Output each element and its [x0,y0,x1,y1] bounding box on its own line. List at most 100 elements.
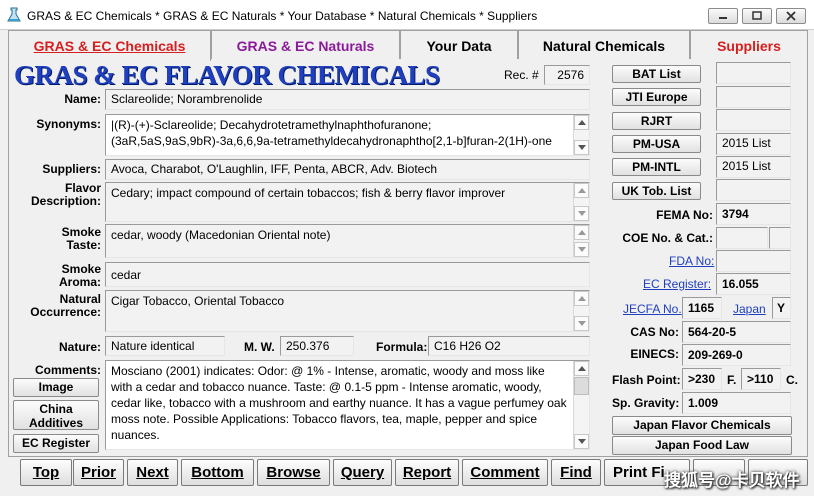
comments-text: Mosciano (2001) indicates: Odor: @ 1% - … [111,364,567,442]
japan-flavor-chemicals-button[interactable]: Japan Flavor Chemicals [612,416,792,435]
scroll-up-button[interactable] [574,115,589,130]
japan-field[interactable]: Y [772,297,791,319]
tab-natural-chemicals[interactable]: Natural Chemicals [518,30,690,60]
tab-strip: GRAS & EC Chemicals GRAS & EC Naturals Y… [8,30,808,61]
browse-button[interactable]: Browse [257,459,330,486]
maximize-icon [752,11,762,20]
pm-usa-button[interactable]: PM-USA [612,135,701,153]
fema-label: FEMA No: [656,208,713,222]
japan-link[interactable]: Japan [733,302,766,316]
scroll-up-button[interactable] [574,361,589,376]
scroll-up-button[interactable] [574,183,589,198]
minimize-icon [719,17,727,19]
specific-gravity-field[interactable]: 1.009 [682,392,791,414]
close-icon [786,11,796,21]
flash-point-c-field[interactable]: >110 [741,368,781,390]
rjrt-field[interactable] [716,109,791,131]
flavor-description-field[interactable]: Cedary; impact compound of certain tobac… [105,182,590,222]
uk-tob-list-button[interactable]: UK Tob. List [612,182,701,200]
flavor-scrollbar[interactable] [573,183,589,221]
formula-field[interactable]: C16 H26 O2 [428,336,590,356]
image-button[interactable]: Image [13,378,99,397]
ec-register-field[interactable]: 16.055 [716,273,791,295]
comments-scrollbar[interactable] [573,361,589,449]
scroll-up-button[interactable] [574,291,589,306]
jecfa-field[interactable]: 1165 [682,297,722,319]
tab-your-data[interactable]: Your Data [400,30,518,60]
smoke-aroma-field[interactable]: cedar [105,262,590,287]
smoke-taste-field[interactable]: cedar, woody (Macedonian Oriental note) [105,224,590,258]
ec-register-button[interactable]: EC Register [13,434,99,453]
rec-number-field[interactable]: 2576 [544,65,590,85]
report-button[interactable]: Report [395,459,459,486]
jti-europe-button[interactable]: JTI Europe [612,88,701,106]
chevron-up-icon [578,188,586,193]
natural-occurrence-text: Cigar Tobacco, Oriental Tobacco [111,294,284,308]
rjrt-button[interactable]: RJRT [612,112,701,130]
jti-europe-field[interactable] [716,86,791,108]
smoke-taste-scrollbar[interactable] [573,225,589,257]
suppliers-label: Suppliers: [42,162,101,176]
scroll-down-button[interactable] [574,316,589,331]
scroll-down-button[interactable] [574,206,589,221]
query-button[interactable]: Query [333,459,392,486]
prior-button[interactable]: Prior [73,459,124,486]
scroll-thumb[interactable] [574,377,589,395]
top-button[interactable]: Top [20,459,72,486]
natural-occurrence-field[interactable]: Cigar Tobacco, Oriental Tobacco [105,290,590,332]
comments-field[interactable]: Mosciano (2001) indicates: Odor: @ 1% - … [105,360,590,450]
bat-list-button[interactable]: BAT List [612,65,701,83]
cas-field[interactable]: 564-20-5 [682,321,791,343]
flash-point-f-field[interactable]: >230 [682,368,722,390]
scroll-down-button[interactable] [574,434,589,449]
fda-link[interactable]: FDA No: [669,254,714,268]
coe-number-field[interactable] [716,227,768,249]
einecs-field[interactable]: 209-269-0 [682,344,791,366]
scroll-up-button[interactable] [574,225,589,240]
bat-list-field[interactable] [716,62,791,84]
next-button[interactable]: Next [127,459,178,486]
smoke-taste-label-line2: Taste: [66,238,101,252]
scroll-down-button[interactable] [574,140,589,155]
top-button-label: Top [32,464,60,481]
title-bar: GRAS & EC Chemicals * GRAS & EC Naturals… [0,0,814,30]
natural-occurrence-scrollbar[interactable] [573,291,589,331]
prior-button-label: Prior [80,464,116,481]
flavor-label-line2: Description: [30,194,101,208]
smoke-taste-text: cedar, woody (Macedonian Oriental note) [111,228,331,242]
synonyms-label: Synonyms: [36,117,101,131]
find-button-label: Find [560,464,592,481]
minimize-button[interactable] [708,8,738,24]
synonyms-scrollbar[interactable] [573,115,589,155]
jecfa-link[interactable]: JECFA No. [623,302,682,316]
fda-field[interactable] [716,250,791,272]
pm-intl-button[interactable]: PM-INTL [612,158,701,176]
name-field[interactable]: Sclareolide; Norambrenolide [105,89,590,110]
ec-register-link[interactable]: EC Register: [643,277,711,291]
uk-tob-list-field[interactable] [716,179,791,201]
chevron-down-icon [578,321,586,326]
bottom-button-label: Bottom [191,464,244,481]
find-button[interactable]: Find [551,459,601,486]
mw-field[interactable]: 250.376 [280,336,354,356]
next-button-label: Next [136,464,169,481]
close-button[interactable] [776,8,806,24]
suppliers-field[interactable]: Avoca, Charabot, O'Laughlin, IFF, Penta,… [105,159,590,180]
coe-category-field[interactable] [769,227,791,249]
maximize-button[interactable] [742,8,772,24]
japan-food-law-button[interactable]: Japan Food Law [612,436,792,455]
pm-intl-field[interactable]: 2015 List [716,156,791,178]
tab-gras-ec-chemicals[interactable]: GRAS & EC Chemicals [8,30,211,61]
fema-field[interactable]: 3794 [716,203,791,225]
scroll-down-button[interactable] [574,242,589,257]
bottom-button[interactable]: Bottom [181,459,254,486]
tab-gras-ec-naturals[interactable]: GRAS & EC Naturals [211,30,400,60]
nature-field[interactable]: Nature identical [105,336,225,356]
synonyms-field[interactable]: |(R)-(+)-Sclareolide; Decahydrotetrameth… [105,114,590,156]
window-title: GRAS & EC Chemicals * GRAS & EC Naturals… [27,9,538,23]
tab-suppliers[interactable]: Suppliers [690,30,808,60]
chevron-up-icon [578,296,586,301]
comment-button[interactable]: Comment [462,459,548,486]
pm-usa-field[interactable]: 2015 List [716,133,791,155]
china-additives-button[interactable]: China Additives [13,400,99,430]
